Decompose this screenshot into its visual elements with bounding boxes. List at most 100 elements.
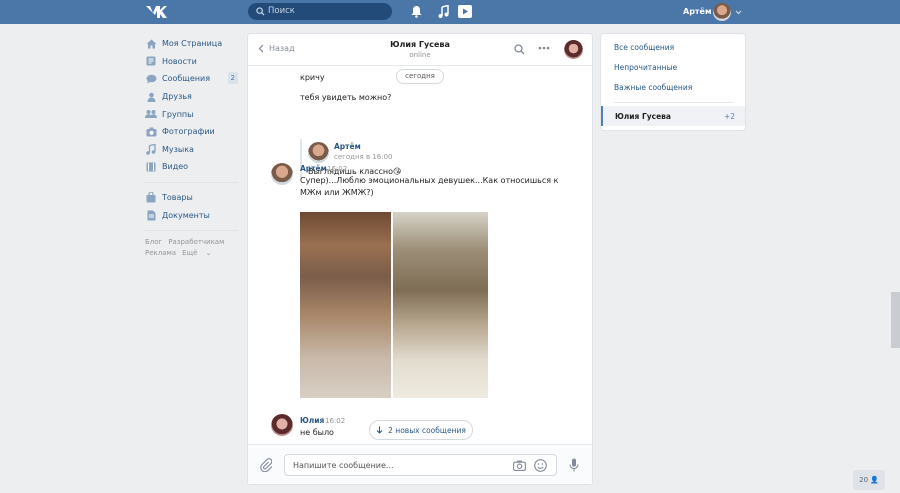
filter-important[interactable]: Важные сообщения [614, 83, 692, 92]
online-friends-button[interactable]: 20 👤 [853, 470, 885, 490]
message-text: не было [300, 428, 334, 437]
sidebar-item-label: Товары [162, 193, 193, 203]
sidebar-item-label: Моя Страница [162, 39, 223, 49]
footer-links: Блог Разработчикам Реклама Ещё ⌄ [145, 237, 240, 260]
sidebar-item-label: Музыка [162, 144, 194, 154]
sidebar-item-label: Друзья [162, 92, 192, 102]
avatar[interactable] [271, 414, 293, 436]
quote-time: сегодня в 16:00 [334, 153, 393, 161]
sidebar-item-label: Фотографии [162, 127, 215, 137]
sidebar-item-groups[interactable]: Группы [145, 105, 240, 123]
quote-author[interactable]: Артём [334, 142, 361, 151]
sidebar-item-goods[interactable]: Товары [145, 189, 240, 207]
top-header: Артём [0, 0, 900, 24]
bag-icon [145, 192, 157, 204]
message-time: 16:02 [327, 165, 348, 173]
page-scrollbar[interactable] [891, 292, 900, 348]
photo-thumbnail[interactable] [300, 212, 391, 398]
video-icon [145, 161, 157, 173]
vk-logo-icon[interactable] [145, 4, 167, 20]
message-text: кричу [300, 73, 325, 82]
unread-count: +2 [723, 112, 735, 121]
avatar[interactable] [308, 142, 329, 163]
message-time: 16:02 [325, 417, 346, 425]
sidebar-item-music[interactable]: Музыка [145, 141, 240, 159]
contact-avatar[interactable] [564, 40, 583, 59]
friends-icon [145, 91, 157, 103]
message-list[interactable]: сегодня кричу тебя увидеть можно? Артём … [248, 67, 592, 444]
sidebar-item-label: Сообщения [162, 74, 211, 84]
search-box[interactable] [248, 3, 392, 20]
link-ads[interactable]: Реклама [145, 249, 176, 257]
chevron-down-icon[interactable] [735, 10, 742, 15]
link-more-label: Ещё [182, 249, 198, 258]
message-text: Супер)...Люблю эмоциональных девушек...К… [300, 176, 559, 185]
chat-icon [145, 73, 157, 85]
sidebar-item-documents[interactable]: Документы [145, 206, 240, 224]
paperclip-icon[interactable] [260, 458, 272, 472]
sidebar-item-label: Видео [162, 162, 189, 172]
play-icon[interactable] [458, 5, 472, 18]
chevron-down-icon: ⌄ [205, 249, 212, 258]
attached-photos[interactable] [300, 212, 488, 398]
header-avatar[interactable] [713, 3, 731, 21]
forwarded-message[interactable]: Артём сегодня в 16:00 Выглядишь классно😘 [300, 139, 420, 179]
conversation-name: Юлия Гусева [615, 112, 671, 121]
online-count: 20 [859, 476, 869, 484]
sidebar-item-label: Группы [162, 109, 194, 119]
filter-all-messages[interactable]: Все сообщения [614, 43, 674, 52]
sidebar-item-label: Документы [162, 210, 210, 220]
groups-icon [145, 108, 157, 120]
sidebar-item-news[interactable]: Новости [145, 53, 240, 71]
message-author[interactable]: Юлия [300, 416, 324, 425]
news-icon [145, 55, 157, 67]
message-author[interactable]: Артём [300, 164, 327, 173]
message-input[interactable] [293, 459, 503, 472]
document-icon [145, 209, 157, 221]
message-input-box[interactable] [284, 454, 557, 476]
chat-header: Назад Юлия Гусева online [248, 34, 592, 66]
camera-icon[interactable] [513, 460, 526, 471]
link-blog[interactable]: Блог [145, 238, 162, 246]
sidebar-item-my-page[interactable]: Моя Страница [145, 35, 240, 53]
search-icon[interactable] [514, 44, 525, 55]
arrow-down-icon [376, 426, 383, 434]
photo-thumbnail[interactable] [393, 212, 488, 398]
search-icon [256, 7, 265, 16]
new-messages-button[interactable]: 2 новых сообщения [369, 420, 473, 440]
emoji-icon[interactable] [534, 459, 547, 472]
contact-status: online [409, 51, 431, 59]
microphone-icon[interactable] [569, 458, 579, 472]
messages-count-badge: 2 [227, 72, 238, 85]
sidebar-divider [145, 229, 238, 231]
home-icon [145, 38, 157, 50]
link-developers[interactable]: Разработчикам [168, 238, 224, 246]
date-separator: сегодня [396, 69, 444, 84]
new-messages-label: 2 новых сообщения [388, 425, 466, 435]
sidebar-item-friends[interactable]: Друзья [145, 88, 240, 106]
panel-divider [614, 102, 734, 103]
header-user-name[interactable]: Артём [683, 7, 712, 16]
conversation-item-active[interactable]: Юлия Гусева +2 [601, 106, 745, 126]
sidebar-item-video[interactable]: Видео [145, 158, 240, 176]
search-input[interactable] [268, 4, 386, 18]
music-icon [145, 143, 157, 155]
sidebar-divider [145, 181, 238, 183]
message-text: МЖм или ЖМЖ?) [300, 187, 374, 197]
link-more[interactable]: Ещё ⌄ [182, 249, 217, 257]
avatar[interactable] [271, 163, 293, 185]
more-options-icon[interactable] [538, 46, 550, 50]
sidebar-item-messages[interactable]: Сообщения 2 [145, 70, 240, 88]
bell-icon[interactable] [411, 5, 422, 18]
camera-icon [145, 126, 157, 138]
sidebar-item-photos[interactable]: Фотографии [145, 123, 240, 141]
person-icon: 👤 [870, 476, 879, 484]
message-composer [248, 444, 592, 484]
messages-filter-panel: Все сообщения Непрочитанные Важные сообщ… [601, 34, 745, 130]
message-text: тебя увидеть можно? [300, 93, 392, 102]
music-icon[interactable] [438, 5, 449, 18]
sidebar-item-label: Новости [162, 56, 197, 66]
left-sidebar: Моя Страница Новости Сообщения 2 Друзья … [145, 35, 240, 260]
filter-unread[interactable]: Непрочитанные [614, 63, 677, 72]
chat-panel: Назад Юлия Гусева online сегодня кричу т… [248, 34, 592, 484]
